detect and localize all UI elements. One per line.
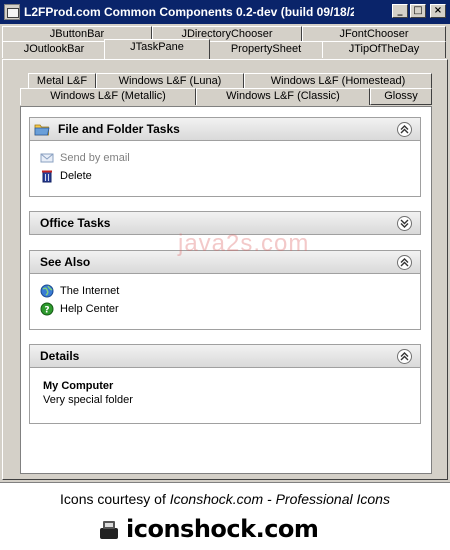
iconshock-logo-icon [100, 521, 118, 539]
collapse-toggle[interactable] [397, 122, 412, 137]
collapse-toggle[interactable] [397, 255, 412, 270]
tab-joutlookbar[interactable]: JOutlookBar [2, 41, 106, 58]
chevron-up-icon [400, 258, 409, 267]
panel-body: The Internet ? Help Center [29, 274, 421, 330]
chevron-up-icon [400, 125, 409, 134]
title-bar: L2FProd.com Common Components 0.2-dev (b… [0, 0, 450, 24]
task-label: Send by email [60, 152, 130, 164]
details-title: My Computer [43, 380, 114, 392]
task-send-by-email[interactable]: Send by email [40, 149, 410, 167]
window-controls: _ □ × [392, 4, 446, 18]
iconshock-logo: iconshock.com [98, 515, 352, 543]
tab-windows-metallic[interactable]: Windows L&F (Metallic) [20, 88, 196, 105]
task-delete[interactable]: Delete [40, 167, 410, 185]
globe-icon [40, 284, 54, 298]
chevron-down-icon [400, 219, 409, 228]
svg-text:?: ? [44, 306, 49, 316]
panel-see-also: See Also The Internet ? Help Center [29, 250, 421, 330]
panel-title: File and Folder Tasks [58, 122, 180, 136]
tab-jtipoftheday[interactable]: JTipOfTheDay [322, 41, 446, 58]
maximize-button[interactable]: □ [410, 4, 426, 18]
collapse-toggle[interactable] [397, 349, 412, 364]
logo-text: iconshock.com [126, 515, 319, 543]
panel-header-details[interactable]: Details [29, 344, 421, 368]
credit-site: Iconshock.com [169, 491, 264, 507]
credit-line: Icons courtesy of Iconshock.com - Profes… [0, 491, 450, 507]
window-title: L2FProd.com Common Components 0.2-dev (b… [24, 5, 354, 19]
credit-suffix: - Professional Icons [263, 491, 390, 507]
close-button[interactable]: × [430, 4, 446, 18]
help-icon: ? [40, 302, 54, 316]
credit-prefix: Icons courtesy of [60, 491, 170, 507]
tab-propertysheet[interactable]: PropertySheet [208, 41, 324, 58]
panel-title: Office Tasks [40, 216, 111, 230]
minimize-button[interactable]: _ [392, 4, 408, 18]
expand-toggle[interactable] [397, 216, 412, 231]
task-label: Help Center [60, 303, 119, 315]
task-label: The Internet [60, 285, 120, 297]
details-subtitle: Very special folder [43, 394, 133, 406]
delete-icon [42, 170, 52, 183]
panel-details: Details My Computer Very special folder [29, 344, 421, 424]
panel-body: My Computer Very special folder [29, 368, 421, 424]
folder-icon [34, 124, 50, 136]
panel-body: Send by email Delete [29, 141, 421, 197]
email-icon [40, 153, 54, 163]
task-pane: File and Folder Tasks Send by email Dele… [20, 106, 432, 474]
tab-jtaskpane[interactable]: JTaskPane [104, 39, 210, 59]
app-icon [4, 4, 20, 20]
panel-file-folder-tasks: File and Folder Tasks Send by email Dele… [29, 117, 421, 197]
footer: Icons courtesy of Iconshock.com - Profes… [0, 482, 450, 550]
panel-title: See Also [40, 255, 91, 269]
chevron-up-icon [400, 352, 409, 361]
panel-title: Details [40, 349, 80, 363]
task-help-center[interactable]: ? Help Center [40, 300, 410, 318]
tab-windows-classic[interactable]: Windows L&F (Classic) [196, 88, 370, 105]
panel-header-file-folder-tasks[interactable]: File and Folder Tasks [29, 117, 421, 141]
tab-glossy[interactable]: Glossy [370, 88, 432, 105]
task-the-internet[interactable]: The Internet [40, 282, 410, 300]
watermark: java2s.com [178, 230, 310, 257]
task-label: Delete [60, 170, 92, 182]
